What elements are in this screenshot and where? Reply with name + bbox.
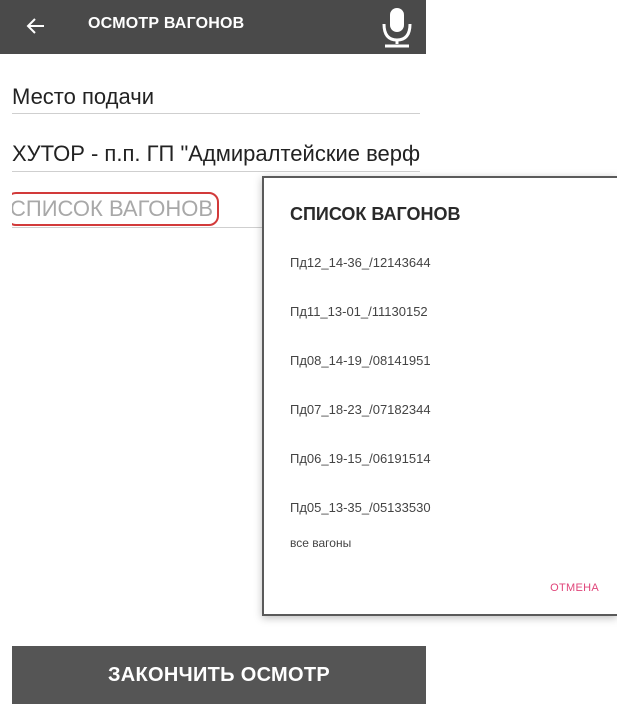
location-label: Место подачи (12, 80, 420, 114)
wagon-list-dialog: СПИСОК ВАГОНОВ Пд12_14-36_/12143644 Пд11… (262, 176, 617, 616)
wagon-list-selector[interactable]: СПИСОК ВАГОНОВ (12, 192, 220, 226)
wagon-list-item[interactable]: Пд05_13-35_/05133530 (286, 483, 606, 532)
finish-inspection-button[interactable]: ЗАКОНЧИТЬ ОСМОТР (12, 646, 426, 704)
wagon-list-item[interactable]: Пд06_19-15_/06191514 (286, 434, 606, 483)
wagon-list: Пд12_14-36_/12143644 Пд11_13-01_/1113015… (286, 238, 606, 562)
wagon-list-item[interactable]: Пд11_13-01_/11130152 (286, 287, 606, 336)
dialog-title: СПИСОК ВАГОНОВ (290, 204, 461, 224)
microphone-icon[interactable] (376, 4, 420, 50)
wagon-list-item[interactable]: Пд12_14-36_/12143644 (286, 238, 606, 287)
app-bar: ОСМОТР ВАГОНОВ (0, 0, 426, 54)
wagon-list-item[interactable]: Пд08_14-19_/08141951 (286, 336, 606, 385)
back-arrow-icon[interactable] (22, 11, 50, 41)
screen: ОСМОТР ВАГОНОВ Место подачи ХУТОР - п.п.… (0, 0, 617, 704)
all-wagons-option[interactable]: все вагоны (286, 532, 606, 562)
page-title: ОСМОТР ВАГОНОВ (88, 15, 245, 32)
cancel-button[interactable]: ОТМЕНА (548, 578, 601, 598)
wagon-list-item[interactable]: Пд07_18-23_/07182344 (286, 385, 606, 434)
location-field[interactable]: ХУТОР - п.п. ГП "Адмиралтейские верф (12, 136, 420, 172)
